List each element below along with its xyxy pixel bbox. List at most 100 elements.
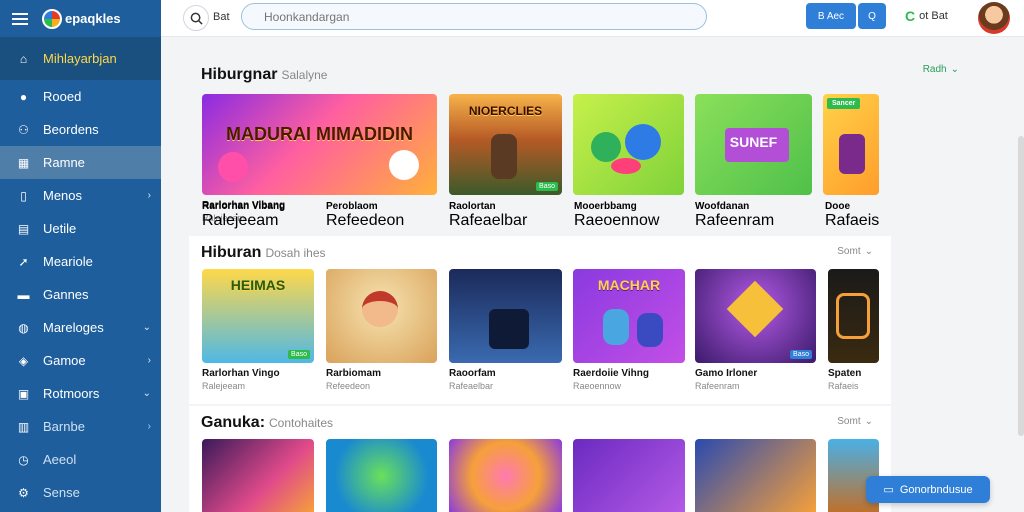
game-card[interactable] xyxy=(695,439,816,512)
game-card[interactable]: NIOERCLIES Baso . xyxy=(449,94,562,211)
game-card[interactable] xyxy=(573,94,684,195)
chevron-down-icon: ⌄ xyxy=(142,388,151,399)
sidebar-item-games[interactable]: ▦ Ramne xyxy=(0,146,161,179)
game-thumbnail xyxy=(449,269,562,363)
shape-art xyxy=(591,132,621,162)
more-label: Somt xyxy=(837,246,861,257)
section-more-link[interactable]: Somt ⌄ xyxy=(837,416,873,427)
character-art xyxy=(389,150,419,180)
section-content: Ganuka: Contohaites Somt ⌄ xyxy=(189,406,891,512)
game-name: Rarlorhan Vibang xyxy=(202,201,286,212)
chevron-right-icon: › xyxy=(147,421,151,432)
game-badge: Baso xyxy=(536,182,558,191)
game-name-cell: Raolortan Rafeaelbar xyxy=(449,201,559,230)
people-icon: ⚇ xyxy=(18,122,29,137)
gamepad-icon: ▬ xyxy=(17,287,30,302)
game-name: Raoorfam xyxy=(449,368,496,379)
rocket-icon: ➚ xyxy=(18,254,29,269)
clock-icon: ◷ xyxy=(18,452,29,467)
sidebar-item-messages[interactable]: ◍ Mareloges ⌄ xyxy=(0,311,161,344)
app-logo[interactable]: epaqkles xyxy=(42,8,121,29)
more-label: Somt xyxy=(837,416,861,427)
sidebar-item-gamepad[interactable]: ▬ Gannes xyxy=(0,278,161,311)
game-name: Gamo Irloner xyxy=(695,368,758,379)
menu-icon[interactable] xyxy=(12,12,28,25)
game-card[interactable] xyxy=(573,439,685,512)
thumbnail-title: MADURAI MIMADIDIN xyxy=(226,124,413,144)
section-title: Ganuka: Contohaites xyxy=(201,414,333,432)
sidebar-item-settings[interactable]: ⚙ Sense xyxy=(0,476,161,509)
shape-art xyxy=(611,158,641,174)
game-name: Woofdanan xyxy=(695,201,750,212)
sidebar-item-label: Menos xyxy=(43,188,83,203)
chevron-down-icon: ⌄ xyxy=(864,416,873,427)
search-button[interactable] xyxy=(183,5,209,31)
section-title-text: Hiburan xyxy=(201,244,262,261)
character-art xyxy=(491,134,517,179)
section-title-text: Ganuka: xyxy=(201,414,266,431)
game-card[interactable] xyxy=(202,439,314,512)
game-card[interactable]: MACHAR Raerdoiie Vihng Raeoennow xyxy=(573,269,685,391)
character-art xyxy=(839,134,865,174)
game-meta: Rafaeis xyxy=(828,381,859,391)
game-card[interactable]: SUNEF xyxy=(695,94,812,195)
sidebar-item-box[interactable]: ▥ Barnbe › xyxy=(0,410,161,443)
game-meta: Rafaeis xyxy=(825,212,880,229)
grid-icon: ▦ xyxy=(17,155,30,170)
chat-icon: ◍ xyxy=(18,320,29,335)
game-meta: Raeoennow xyxy=(573,381,622,391)
game-thumbnail xyxy=(326,439,437,512)
sidebar-item-clock[interactable]: ◷ Aeeol xyxy=(0,443,161,476)
new-badge: Sancer xyxy=(827,98,861,109)
cta-button[interactable]: ▭ Gonorbndusue xyxy=(866,476,990,503)
sidebar-item-label: Ramne xyxy=(43,155,85,170)
game-thumbnail xyxy=(695,439,816,512)
sidebar-item-label: Gannes xyxy=(43,287,89,302)
more-label: Radh xyxy=(922,64,947,75)
sidebar-item-shield[interactable]: ◈ Gamoe › xyxy=(0,344,161,377)
sidebar-item-label: Aeeol xyxy=(43,452,77,467)
game-name: Spaten xyxy=(828,368,862,379)
game-thumbnail: SUNEF xyxy=(695,94,812,195)
scrollbar[interactable] xyxy=(1018,136,1024,436)
game-name-cell: Mooerbbamg Raeoennow xyxy=(574,201,684,230)
game-name-cell: Woofdanan Rafeenram xyxy=(695,201,805,230)
user-menu[interactable]: C ot Bat xyxy=(905,8,948,24)
thumbnail-title: NIOERCLIES xyxy=(468,104,543,118)
sidebar-item-menus[interactable]: ▯ Menos › xyxy=(0,179,161,212)
sidebar-item-label: Beordens xyxy=(43,122,99,137)
shape-art xyxy=(625,124,661,160)
section-more-link[interactable]: Somt ⌄ xyxy=(837,246,873,257)
search-action-button[interactable]: Q xyxy=(858,3,886,29)
sidebar-item-featured[interactable]: ⌂ Mihlayarbjan xyxy=(0,37,161,80)
game-card[interactable]: Baso Gamo Irloner Rafeenram xyxy=(695,269,816,391)
sidebar-item-label: Mareloges xyxy=(43,320,104,335)
game-name: Mooerbbamg xyxy=(574,201,637,212)
chevron-down-icon: ⌄ xyxy=(950,64,959,75)
sidebar-item-launch[interactable]: ➚ Meariole xyxy=(0,245,161,278)
primary-action-button[interactable]: B Aec xyxy=(806,3,856,29)
game-card[interactable]: Sancer xyxy=(823,94,879,195)
sidebar-item-friends[interactable]: ⚇ Beordens xyxy=(0,113,161,146)
game-card[interactable] xyxy=(326,439,437,512)
section-more-link[interactable]: Radh ⌄ xyxy=(923,64,959,75)
game-card[interactable]: HEIMAS Baso Rarlorhan Vingo Ralejeeam xyxy=(202,269,314,391)
cta-label: Gonorbndusue xyxy=(899,483,973,496)
game-card[interactable]: Raoorfam Rafeaelbar xyxy=(449,269,562,391)
avatar[interactable] xyxy=(978,2,1010,34)
main-content: Hiburgnar Salalyne Radh ⌄ MADURAI MIMADIDI… xyxy=(161,38,1024,512)
game-card[interactable]: Rarbiomam Refeedeon xyxy=(326,269,437,391)
chevron-down-icon: ⌄ xyxy=(142,322,151,333)
emblem-art xyxy=(726,280,784,338)
game-meta: Rafeenram xyxy=(695,212,775,229)
game-card[interactable] xyxy=(449,439,562,512)
game-thumbnail: NIOERCLIES Baso xyxy=(449,94,562,195)
sidebar-item-profile[interactable]: ● Rooed xyxy=(0,80,161,113)
game-card[interactable]: Spaten Rafaeis xyxy=(828,269,879,391)
sidebar-item-calendar[interactable]: ▣ Rotmoors ⌄ xyxy=(0,377,161,410)
game-thumbnail: MACHAR xyxy=(573,269,685,363)
section-subtitle: Salalyne xyxy=(281,68,328,82)
search-input[interactable] xyxy=(241,3,707,30)
character-art xyxy=(637,313,663,347)
sidebar-item-utilities[interactable]: ▤ Uetile xyxy=(0,212,161,245)
